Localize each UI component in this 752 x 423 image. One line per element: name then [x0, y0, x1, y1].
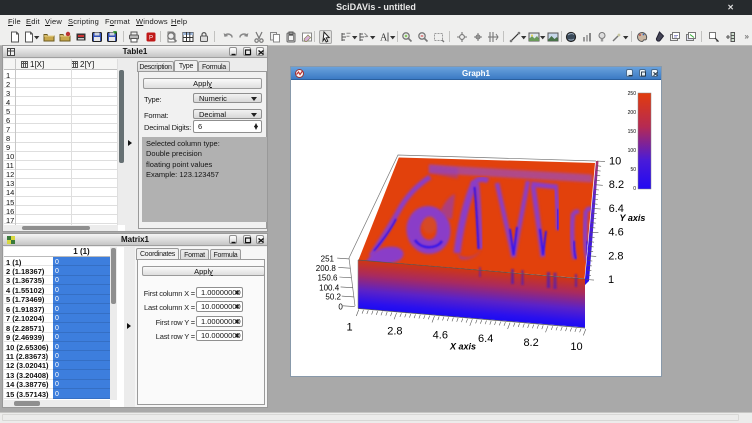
svg-text:8.2: 8.2 [523, 337, 538, 349]
svg-text:4.6: 4.6 [433, 329, 448, 341]
svg-text:A: A [380, 33, 388, 44]
svg-text:250: 250 [628, 91, 637, 97]
svg-text:Y axis: Y axis [620, 213, 646, 223]
svg-text:2.8: 2.8 [387, 325, 402, 337]
svg-text:1: 1 [346, 322, 352, 334]
svg-text:P: P [149, 36, 153, 42]
svg-text:150.6: 150.6 [317, 274, 338, 283]
svg-text:10: 10 [570, 341, 582, 353]
svg-text:100.4: 100.4 [319, 284, 340, 293]
svg-text:6.4: 6.4 [478, 333, 493, 345]
svg-text:10: 10 [609, 156, 621, 168]
svg-text:50.2: 50.2 [325, 293, 341, 302]
svg-text:100: 100 [628, 148, 637, 154]
svg-text:0: 0 [338, 302, 343, 311]
svg-text:8.2: 8.2 [609, 179, 624, 191]
svg-text:2.8: 2.8 [608, 250, 623, 262]
svg-text:200.8: 200.8 [316, 264, 337, 273]
svg-text:150: 150 [628, 129, 637, 135]
svg-text:200: 200 [628, 110, 637, 116]
svg-text:X axis: X axis [449, 342, 476, 352]
svg-text:251: 251 [321, 255, 335, 264]
svg-text:4.6: 4.6 [608, 227, 623, 239]
svg-text:0: 0 [633, 186, 636, 192]
svg-text:1: 1 [608, 274, 614, 286]
svg-text:50: 50 [630, 167, 636, 173]
